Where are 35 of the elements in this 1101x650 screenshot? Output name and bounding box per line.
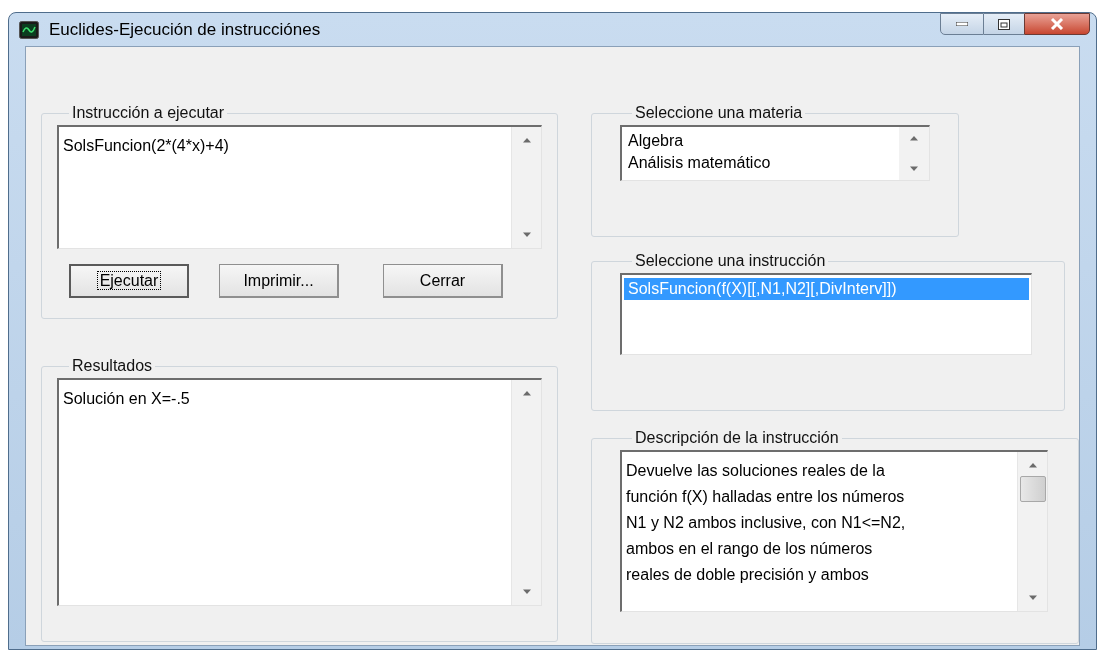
minimize-icon [956, 22, 968, 26]
restore-icon [998, 18, 1010, 30]
group-label: Descripción de la instrucción [634, 428, 840, 448]
group-label: Resultados [71, 356, 154, 376]
up-arrow-icon[interactable] [1027, 462, 1038, 468]
scrollbar-thumb[interactable] [1019, 476, 1046, 502]
minimize-button[interactable] [940, 13, 984, 35]
text-area[interactable]: Devuelve las soluciones reales de la función f(X) halladas entre los números N1 y N2 ambos inclusive, con N1<=N2, ambos en el rango de los números reales de doble precisión y ambos [620, 450, 1048, 612]
scrollbar[interactable] [511, 127, 541, 248]
dialog-button[interactable]: Cerrar [383, 264, 503, 298]
list-item[interactable]: Análisis matemático [624, 152, 897, 174]
up-arrow-icon[interactable] [521, 390, 532, 396]
scrollbar[interactable] [1017, 452, 1047, 611]
window-title: Euclides-Ejecución de instrucciónes [49, 18, 321, 41]
group-label: Seleccione una materia [634, 103, 804, 123]
dialog-button[interactable]: Ejecutar [69, 264, 189, 298]
up-arrow-icon[interactable] [909, 135, 919, 141]
down-arrow-icon[interactable] [909, 166, 919, 172]
list-box[interactable]: Algebra Análisis matemático [620, 125, 930, 181]
text-area[interactable]: SolsFuncion(2*(4*x)+4) [57, 125, 542, 249]
down-arrow-icon[interactable] [1027, 595, 1038, 601]
app-icon [19, 20, 39, 39]
group-label: Seleccione una instrucción [634, 251, 827, 271]
down-arrow-icon[interactable] [521, 232, 532, 238]
close-button[interactable] [1024, 13, 1090, 35]
group-label: Instrucción a ejecutar [71, 103, 226, 123]
scrollbar[interactable] [899, 127, 929, 180]
down-arrow-icon[interactable] [521, 589, 532, 595]
maximize-button[interactable] [984, 13, 1024, 35]
up-arrow-icon[interactable] [521, 137, 532, 143]
text-area[interactable]: Solución en X=-.5 [57, 378, 542, 606]
scrollbar[interactable] [511, 380, 541, 605]
list-item[interactable]: Algebra [624, 130, 897, 152]
dialog-button[interactable]: Imprimir... [219, 264, 339, 298]
close-icon [1050, 18, 1064, 30]
